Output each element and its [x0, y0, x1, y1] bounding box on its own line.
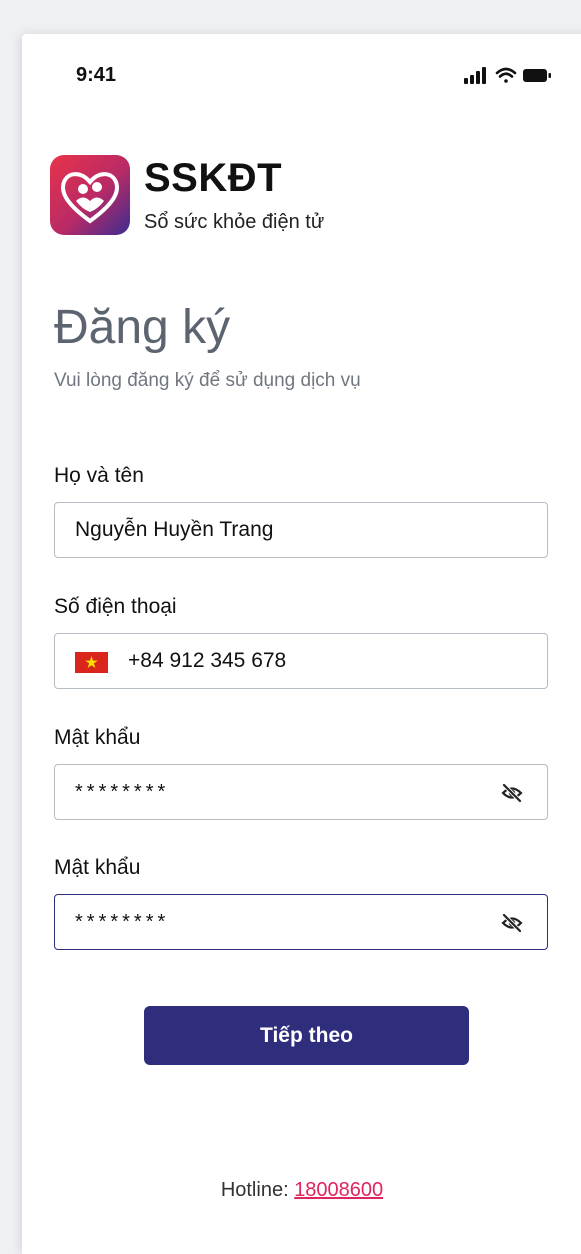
status-time: 9:41	[76, 64, 117, 86]
app-logo	[50, 155, 130, 235]
signal-icon	[464, 67, 486, 84]
confirm-password-field[interactable]: ********	[54, 894, 548, 950]
hotline-label: Hotline:	[220, 1179, 289, 1201]
password-field[interactable]: ********	[54, 764, 548, 820]
eye-off-icon[interactable]	[501, 782, 523, 804]
hotline: Hotline: 18008600	[22, 1179, 581, 1202]
full-name-field[interactable]: Nguyễn Huyền Trang	[54, 502, 548, 558]
page-subtitle: Vui lòng đăng ký để sử dụng dịch vụ	[54, 370, 361, 391]
phone-value: +84 912 345 678	[128, 649, 287, 672]
next-button[interactable]: Tiếp theo	[144, 1006, 469, 1065]
wifi-icon	[495, 67, 517, 83]
phone-label: Số điện thoại	[54, 595, 177, 618]
vietnam-flag-icon[interactable]	[75, 652, 108, 673]
phone-screen: 9:41 SSKĐT Sổ sức khỏe điện tử Đăng ký V…	[22, 34, 581, 1254]
phone-field[interactable]: +84 912 345 678	[54, 633, 548, 689]
brand-tagline: Sổ sức khỏe điện tử	[144, 211, 325, 233]
confirm-password-value: ********	[75, 911, 170, 933]
hotline-number-link[interactable]: 18008600	[294, 1179, 383, 1201]
full-name-label: Họ và tên	[54, 464, 144, 487]
page-title: Đăng ký	[54, 301, 231, 354]
status-icons	[464, 67, 551, 84]
password-label: Mật khẩu	[54, 726, 141, 749]
password-value: ********	[75, 781, 170, 803]
brand-name: SSKĐT	[144, 156, 283, 200]
eye-off-icon[interactable]	[501, 912, 523, 934]
battery-icon	[523, 69, 551, 82]
confirm-password-label: Mật khẩu	[54, 856, 141, 879]
full-name-value: Nguyễn Huyền Trang	[75, 518, 274, 541]
